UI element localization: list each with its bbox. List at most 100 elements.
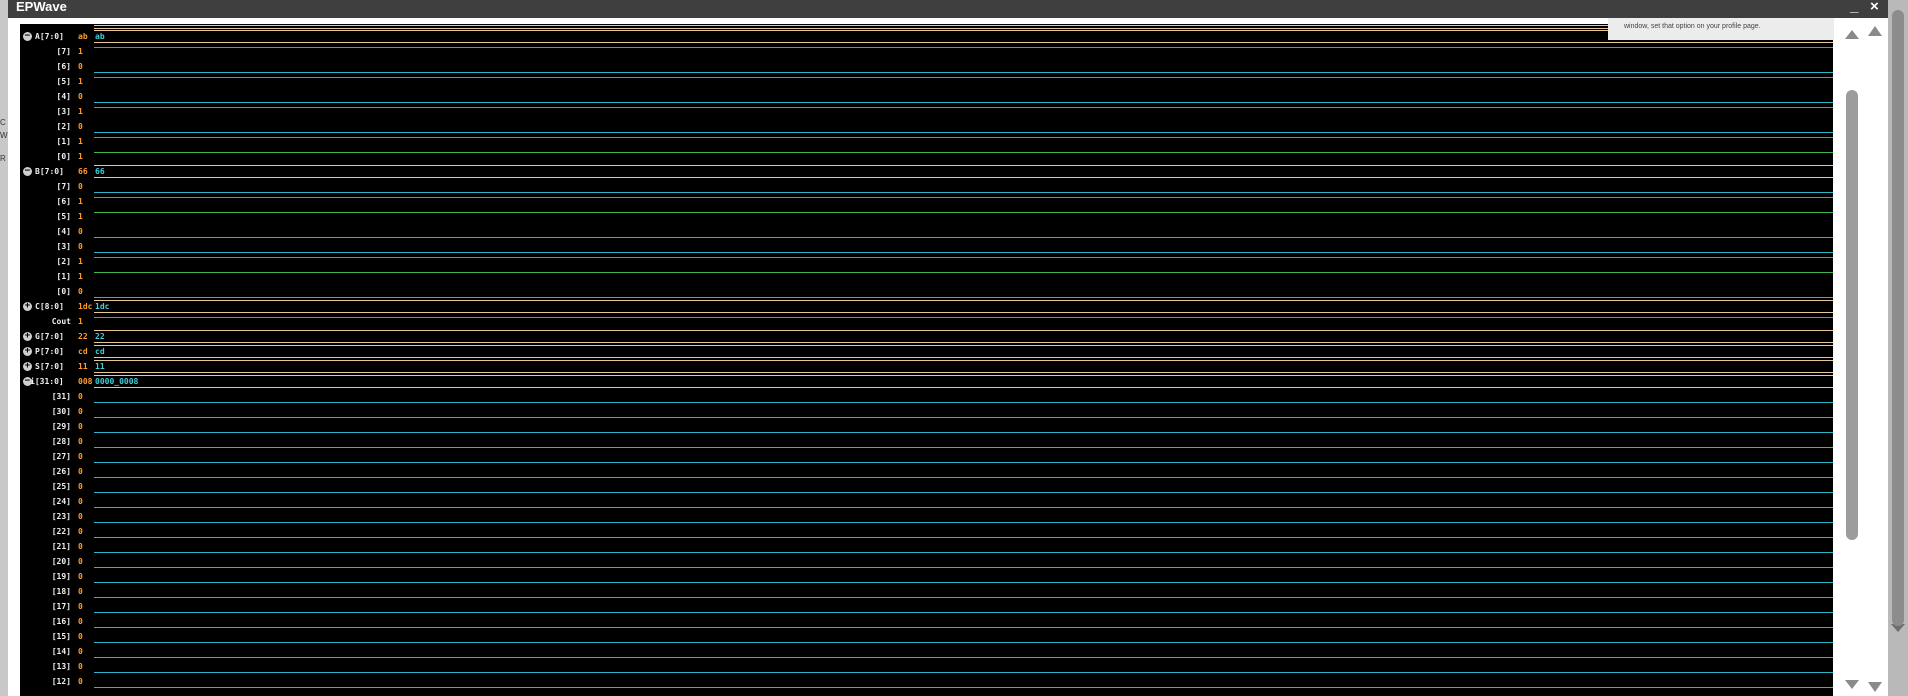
bus-waveform[interactable]: 11: [94, 359, 1833, 374]
signal-name[interactable]: B[7:0]: [35, 167, 64, 176]
bit-signal-row[interactable]: [17] 0: [20, 599, 1833, 614]
bit-signal-row[interactable]: [18] 0: [20, 584, 1833, 599]
bit-waveform[interactable]: [94, 59, 1833, 74]
bus-signal-row[interactable]: − B[7:0] 66 66: [20, 164, 1833, 179]
bit-waveform[interactable]: [94, 434, 1833, 449]
signal-name[interactable]: [23]: [52, 512, 71, 521]
bit-signal-row[interactable]: [0] 1: [20, 149, 1833, 164]
bit-waveform[interactable]: [94, 44, 1833, 59]
bus-signal-row[interactable]: + P[7:0] cd cd: [20, 344, 1833, 359]
signal-name[interactable]: Cout: [52, 317, 71, 326]
bit-signal-row[interactable]: [28] 0: [20, 434, 1833, 449]
signal-name[interactable]: [20]: [52, 557, 71, 566]
bit-signal-row[interactable]: [19] 0: [20, 569, 1833, 584]
signal-name[interactable]: i[31:0]: [30, 377, 64, 386]
minimize-button[interactable]: _: [1850, 0, 1858, 16]
bit-signal-row[interactable]: [12] 0: [20, 674, 1833, 689]
signal-name[interactable]: [21]: [52, 542, 71, 551]
bit-signal-row[interactable]: [20] 0: [20, 554, 1833, 569]
signal-name[interactable]: [4]: [57, 227, 71, 236]
bit-waveform[interactable]: [94, 494, 1833, 509]
signal-name[interactable]: [25]: [52, 482, 71, 491]
signal-name[interactable]: [19]: [52, 572, 71, 581]
bit-waveform[interactable]: [94, 479, 1833, 494]
bit-waveform[interactable]: [94, 599, 1833, 614]
signal-name[interactable]: [2]: [57, 257, 71, 266]
bit-waveform[interactable]: [94, 239, 1833, 254]
bit-signal-row[interactable]: [5] 1: [20, 74, 1833, 89]
bit-waveform[interactable]: [94, 524, 1833, 539]
bus-waveform[interactable]: cd: [94, 344, 1833, 359]
bit-signal-row[interactable]: [14] 0: [20, 644, 1833, 659]
bit-signal-row[interactable]: [5] 1: [20, 209, 1833, 224]
signal-name[interactable]: [6]: [57, 197, 71, 206]
signal-name[interactable]: [6]: [57, 62, 71, 71]
bit-waveform[interactable]: [94, 254, 1833, 269]
bus-waveform[interactable]: 22: [94, 329, 1833, 344]
bit-signal-row[interactable]: [4] 0: [20, 89, 1833, 104]
bit-signal-row[interactable]: [27] 0: [20, 449, 1833, 464]
signal-name[interactable]: G[7:0]: [35, 332, 64, 341]
bit-signal-row[interactable]: [15] 0: [20, 629, 1833, 644]
bit-waveform[interactable]: [94, 269, 1833, 284]
signal-name[interactable]: [1]: [57, 137, 71, 146]
scroll-up-icon[interactable]: [1868, 26, 1882, 36]
bit-signal-row[interactable]: [0] 0: [20, 284, 1833, 299]
bus-signal-row[interactable]: + C[8:0] 1dc 1dc: [20, 299, 1833, 314]
bit-waveform[interactable]: [94, 314, 1833, 329]
signal-name[interactable]: [5]: [57, 212, 71, 221]
bit-signal-row[interactable]: [23] 0: [20, 509, 1833, 524]
signal-name[interactable]: [30]: [52, 407, 71, 416]
bit-waveform[interactable]: [94, 134, 1833, 149]
signal-name[interactable]: [7]: [57, 182, 71, 191]
signal-name[interactable]: [12]: [52, 677, 71, 686]
close-button[interactable]: ×: [1870, 0, 1879, 16]
signal-name[interactable]: P[7:0]: [35, 347, 64, 356]
signal-name[interactable]: [2]: [57, 122, 71, 131]
bus-signal-row[interactable]: − A[7:0] ab ab: [20, 29, 1833, 44]
scroll-thumb[interactable]: [1846, 90, 1858, 540]
bit-waveform[interactable]: [94, 419, 1833, 434]
signal-name[interactable]: [5]: [57, 77, 71, 86]
bit-waveform[interactable]: [94, 464, 1833, 479]
signal-name[interactable]: S[7:0]: [35, 362, 64, 371]
bit-signal-row[interactable]: [3] 0: [20, 239, 1833, 254]
bit-signal-row[interactable]: [16] 0: [20, 614, 1833, 629]
scroll-down-icon[interactable]: [1845, 680, 1859, 689]
scroll-up-icon[interactable]: [1845, 30, 1859, 39]
expand-icon[interactable]: +: [23, 347, 32, 356]
bit-signal-row[interactable]: [2] 1: [20, 254, 1833, 269]
bit-signal-row[interactable]: [31] 0: [20, 389, 1833, 404]
signal-name[interactable]: [28]: [52, 437, 71, 446]
bit-waveform[interactable]: [94, 614, 1833, 629]
bit-signal-row[interactable]: [1] 1: [20, 269, 1833, 284]
signal-name[interactable]: [24]: [52, 497, 71, 506]
expand-icon[interactable]: +: [23, 302, 32, 311]
bus-signal-row[interactable]: + S[7:0] 11 11: [20, 359, 1833, 374]
bit-signal-row[interactable]: [4] 0: [20, 224, 1833, 239]
page-scroll-thumb[interactable]: [1892, 10, 1904, 626]
signal-name[interactable]: [7]: [57, 47, 71, 56]
signal-name[interactable]: C[8:0]: [35, 302, 64, 311]
bit-waveform[interactable]: [94, 224, 1833, 239]
bit-waveform[interactable]: [94, 539, 1833, 554]
signal-name[interactable]: [18]: [52, 587, 71, 596]
signal-name[interactable]: [26]: [52, 467, 71, 476]
bit-waveform[interactable]: [94, 89, 1833, 104]
bit-waveform[interactable]: [94, 179, 1833, 194]
waveform-panel[interactable]: − A[7:0] ab ab [7] 1 [6] 0 [5] 1 [4] 0 [3] 1 [2] 0 [1] 1[…: [20, 24, 1833, 696]
bit-signal-row[interactable]: [29] 0: [20, 419, 1833, 434]
bit-waveform[interactable]: [94, 74, 1833, 89]
bit-waveform[interactable]: [94, 509, 1833, 524]
bus-waveform[interactable]: ab: [94, 29, 1833, 44]
bit-signal-row[interactable]: [26] 0: [20, 464, 1833, 479]
bit-waveform[interactable]: [94, 629, 1833, 644]
signal-name[interactable]: [0]: [57, 152, 71, 161]
bit-waveform[interactable]: [94, 389, 1833, 404]
bit-waveform[interactable]: [94, 404, 1833, 419]
signal-name[interactable]: [3]: [57, 242, 71, 251]
expand-icon[interactable]: +: [23, 332, 32, 341]
bit-waveform[interactable]: [94, 284, 1833, 299]
page-scrollbar[interactable]: [1888, 0, 1908, 696]
bit-signal-row[interactable]: [24] 0: [20, 494, 1833, 509]
